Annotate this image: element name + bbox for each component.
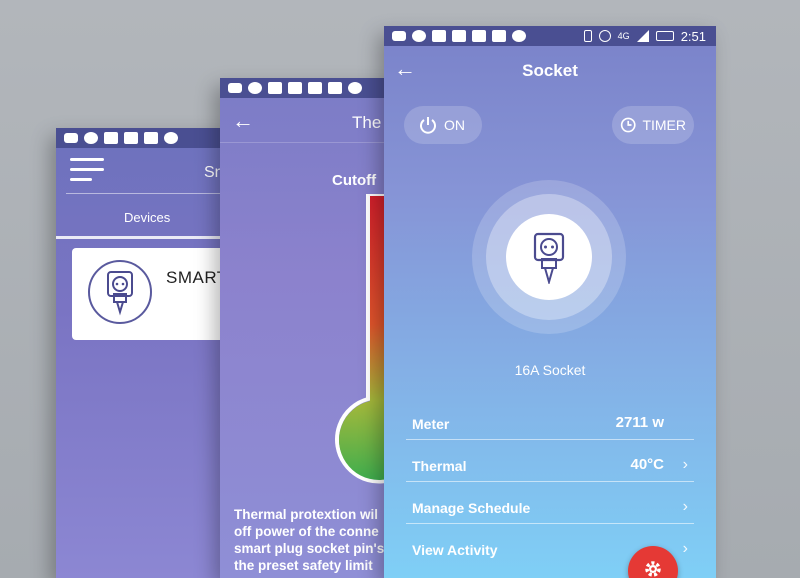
row-label: Meter	[412, 416, 450, 432]
clock-icon	[620, 117, 636, 133]
row-value: 2711 w	[615, 414, 664, 431]
app-icon	[104, 132, 118, 144]
socket-plug-icon	[88, 260, 152, 324]
message-icon	[64, 133, 78, 143]
description-line: the preset safety limit	[234, 558, 373, 573]
status-indicators: 4G 2:51	[583, 28, 716, 44]
mail-icon	[328, 82, 342, 94]
device-name: 16A Socket	[514, 362, 586, 378]
thermal-row[interactable]: Thermal 40°C ›	[406, 442, 694, 482]
page-title: The	[352, 113, 382, 132]
device-name: SMART	[166, 268, 228, 287]
sync-icon	[84, 132, 98, 144]
thermal-description: Thermal protextion wil off power of the …	[234, 506, 400, 574]
back-arrow-icon[interactable]: ←	[232, 110, 254, 132]
status-bar	[220, 78, 400, 98]
menu-icon[interactable]	[70, 158, 104, 188]
socket-screen: 4G 2:51 ← Socket ON TIMER 16A Socket Met…	[384, 26, 716, 578]
status-bar: 4G 2:51	[384, 26, 716, 46]
app-icon	[268, 82, 282, 94]
notification-icon	[124, 132, 138, 144]
mail-icon	[492, 30, 506, 42]
phone-icon	[583, 30, 592, 42]
socket-plug-icon	[533, 232, 565, 284]
notification-icon	[452, 30, 466, 42]
clock-time: 2:51	[680, 28, 706, 44]
message-icon	[228, 83, 242, 93]
power-icon	[420, 117, 436, 134]
tab-devices[interactable]: Devices	[124, 210, 170, 225]
power-button[interactable]: ON	[404, 106, 482, 144]
page-title: Socket	[522, 61, 578, 80]
message-icon	[392, 31, 406, 41]
divider	[220, 142, 400, 143]
thermal-screen: ← The Cutoff Thermal protextion wil off …	[220, 78, 400, 578]
notification-icon	[472, 30, 486, 42]
description-line: Thermal protextion wil	[234, 507, 379, 522]
notification-icon	[308, 82, 322, 94]
row-label: Thermal	[412, 458, 467, 474]
whatsapp-icon	[164, 132, 178, 144]
network-label: 4G	[617, 31, 630, 41]
power-button-label: ON	[444, 117, 465, 133]
chevron-right-icon: ›	[682, 540, 688, 557]
row-label: Manage Schedule	[412, 500, 531, 516]
manage-schedule-row[interactable]: Manage Schedule ›	[406, 484, 694, 524]
battery-icon	[655, 31, 674, 41]
chevron-right-icon: ›	[682, 456, 688, 473]
meter-row: Meter 2711 w	[406, 400, 694, 440]
whatsapp-icon	[348, 82, 362, 94]
description-line: off power of the conne	[234, 524, 379, 539]
row-value: 40°C	[630, 456, 664, 473]
timer-button[interactable]: TIMER	[612, 106, 694, 144]
app-icon	[432, 30, 446, 42]
mail-icon	[144, 132, 158, 144]
sync-icon	[248, 82, 262, 94]
description-line: smart plug socket pin's	[234, 541, 385, 556]
timer-button-label: TIMER	[642, 117, 686, 133]
row-label: View Activity	[412, 542, 498, 558]
notification-icon	[288, 82, 302, 94]
whatsapp-icon	[512, 30, 526, 42]
gear-icon	[645, 561, 661, 577]
cutoff-heading: Cutoff	[332, 172, 377, 189]
signal-icon	[636, 30, 649, 42]
sync-icon	[412, 30, 426, 42]
chevron-right-icon: ›	[682, 498, 688, 515]
alarm-icon	[598, 30, 611, 42]
